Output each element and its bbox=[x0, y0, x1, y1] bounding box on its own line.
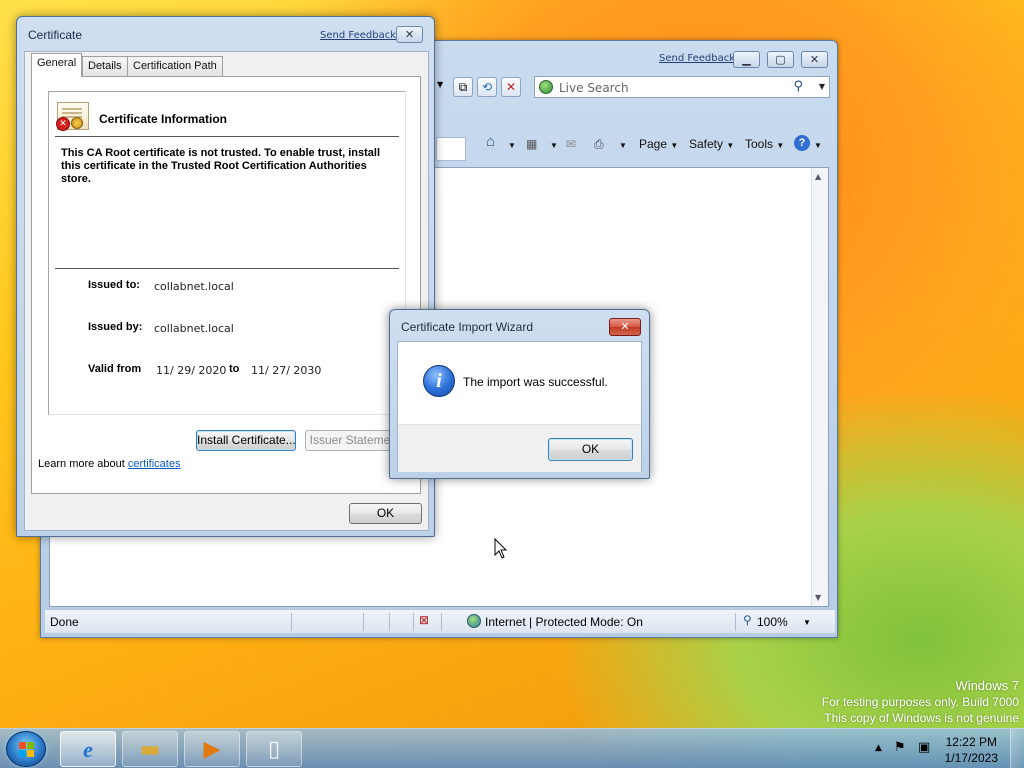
dialog-title: Certificate bbox=[28, 28, 83, 42]
issued-by-label: Issued by: bbox=[88, 321, 143, 333]
valid-to-value: 11/ 27/ 2030 bbox=[251, 364, 322, 377]
safety-menu[interactable]: Safety ▼ bbox=[689, 137, 734, 151]
certificate-dialog: Certificate Send Feedback ✕ General Deta… bbox=[16, 16, 435, 537]
stop-icon[interactable]: ✕ bbox=[501, 77, 521, 97]
zoom-icon: ⚲ bbox=[743, 613, 752, 627]
valid-from-label: Valid from bbox=[88, 363, 142, 375]
issued-by-value: collabnet.local bbox=[154, 322, 234, 335]
tab-details[interactable]: Details bbox=[82, 56, 128, 76]
feeds-icon[interactable]: ▦ bbox=[526, 137, 537, 151]
network-icon[interactable]: ▣ bbox=[918, 740, 930, 755]
valid-to-label: to bbox=[229, 363, 240, 375]
search-box[interactable]: Live Search ⚲ ▼ bbox=[534, 76, 830, 98]
import-wizard-dialog: Certificate Import Wizard ✕ i The import… bbox=[389, 309, 650, 479]
media-player-icon: ▶ bbox=[203, 737, 221, 762]
issued-to-value: collabnet.local bbox=[154, 280, 234, 293]
wizard-footer: OK bbox=[398, 424, 641, 472]
ie-send-feedback-link[interactable]: Send Feedback bbox=[659, 53, 735, 64]
scroll-up-icon[interactable]: ▲ bbox=[815, 172, 821, 181]
zoom-dropdown-icon[interactable]: ▼ bbox=[803, 618, 811, 627]
page-menu[interactable]: Page ▼ bbox=[639, 137, 678, 151]
print-icon[interactable]: ⎙ bbox=[594, 137, 604, 152]
certificate-info-box: ✕ Certificate Information This CA Root c… bbox=[48, 91, 406, 415]
wizard-body: i The import was successful. OK bbox=[397, 341, 642, 472]
learn-more-label: Learn more about bbox=[38, 458, 125, 470]
safety-menu-label: Safety bbox=[689, 137, 724, 151]
zoom-level[interactable]: 100% bbox=[757, 615, 788, 629]
clock-date: 1/17/2023 bbox=[944, 751, 998, 765]
watermark-genuine: This copy of Windows is not genuine bbox=[824, 711, 1019, 725]
watermark-build: For testing purposes only. Build 7000 bbox=[821, 695, 1019, 709]
tab-certification-path[interactable]: Certification Path bbox=[127, 56, 223, 76]
taskbar-document[interactable]: ▯ bbox=[246, 731, 302, 767]
taskbar-internet-explorer[interactable]: e bbox=[60, 731, 116, 767]
dialog-body: General Details Certification Path ✕ Cer… bbox=[24, 51, 429, 531]
notification-area: ▲ ⚑ ▣ 12:22 PM 1/17/2023 bbox=[864, 729, 1024, 768]
folder-icon: ▬ bbox=[139, 737, 161, 762]
ok-button[interactable]: OK bbox=[548, 438, 633, 461]
success-message: The import was successful. bbox=[463, 375, 608, 389]
learn-more-text: Learn more about certificates bbox=[38, 458, 180, 470]
maximize-button[interactable]: ▢ bbox=[767, 51, 794, 68]
clock-time: 12:22 PM bbox=[945, 735, 997, 749]
windows-logo-icon bbox=[19, 742, 35, 758]
search-input[interactable]: Live Search bbox=[559, 81, 629, 95]
command-bar: ⌂ ▼ ▦ ▼ ✉ ⎙ ▼ Page ▼ Safety ▼ Tools ▼ ? … bbox=[436, 131, 836, 159]
watermark-version: Windows 7 bbox=[955, 678, 1019, 693]
zone-text[interactable]: Internet | Protected Mode: On bbox=[485, 615, 643, 629]
search-options-chevron-icon[interactable]: ▼ bbox=[819, 82, 825, 91]
minimize-button[interactable]: ▁ bbox=[733, 51, 760, 68]
ok-button[interactable]: OK bbox=[349, 503, 422, 524]
refresh-icon[interactable]: ⟲ bbox=[477, 77, 497, 97]
mail-icon[interactable]: ✉ bbox=[566, 137, 576, 151]
install-certificate-button[interactable]: Install Certificate... bbox=[196, 430, 296, 451]
taskbar-windows-explorer[interactable]: ▬ bbox=[122, 731, 178, 767]
certificates-link[interactable]: certificates bbox=[128, 458, 181, 470]
security-report-icon[interactable]: ⊠ bbox=[419, 613, 429, 627]
status-bar: Done ⊠ Internet | Protected Mode: On ⚲ 1… bbox=[45, 609, 835, 633]
status-text: Done bbox=[50, 615, 79, 629]
close-button[interactable]: ✕ bbox=[801, 51, 828, 68]
windows-watermark: Windows 7 For testing purposes only. Bui… bbox=[822, 678, 1019, 726]
general-tab-panel: ✕ Certificate Information This CA Root c… bbox=[31, 76, 421, 494]
page-menu-label: Page bbox=[639, 137, 668, 151]
show-hidden-icons-icon[interactable]: ▲ bbox=[875, 743, 882, 753]
clock[interactable]: 12:22 PM 1/17/2023 bbox=[945, 734, 998, 766]
close-button[interactable]: ✕ bbox=[396, 26, 423, 43]
show-desktop-button[interactable] bbox=[1010, 729, 1024, 768]
help-dropdown-icon[interactable]: ▼ bbox=[814, 141, 822, 150]
action-center-flag-icon[interactable]: ⚑ bbox=[894, 740, 906, 755]
address-dropdown-icon[interactable]: ▼ bbox=[437, 80, 443, 89]
taskbar: e ▬ ▶ ▯ ▲ ⚑ ▣ 12:22 PM 1/17/2023 bbox=[0, 728, 1024, 768]
home-dropdown-icon[interactable]: ▼ bbox=[508, 141, 516, 150]
valid-from-value: 11/ 29/ 2020 bbox=[156, 364, 227, 377]
taskbar-media-player[interactable]: ▶ bbox=[184, 731, 240, 767]
internet-explorer-icon: e bbox=[83, 737, 93, 762]
search-icon[interactable]: ⚲ bbox=[793, 79, 803, 94]
internet-zone-icon bbox=[467, 614, 481, 628]
vertical-scrollbar[interactable]: ▲ ▼ bbox=[811, 168, 828, 606]
start-button[interactable] bbox=[6, 731, 46, 767]
tools-menu[interactable]: Tools ▼ bbox=[745, 137, 784, 151]
document-icon: ▯ bbox=[267, 737, 281, 762]
address-bar-row: ▼ ⧉ ⟲ ✕ Live Search ⚲ ▼ bbox=[431, 74, 837, 100]
wizard-title: Certificate Import Wizard bbox=[401, 320, 534, 334]
tab-general[interactable]: General bbox=[31, 53, 83, 77]
help-icon[interactable]: ? bbox=[794, 135, 810, 151]
issued-to-label: Issued to: bbox=[88, 279, 140, 291]
mouse-cursor-icon bbox=[494, 538, 508, 559]
home-icon[interactable]: ⌂ bbox=[486, 133, 495, 150]
compatibility-view-icon[interactable]: ⧉ bbox=[453, 77, 473, 97]
live-search-icon bbox=[539, 80, 553, 94]
untrusted-certificate-icon: ✕ bbox=[56, 102, 89, 131]
print-dropdown-icon[interactable]: ▼ bbox=[619, 141, 627, 150]
tools-menu-label: Tools bbox=[745, 137, 774, 151]
feeds-dropdown-icon[interactable]: ▼ bbox=[550, 141, 558, 150]
close-button[interactable]: ✕ bbox=[609, 318, 641, 336]
certificate-info-heading: Certificate Information bbox=[99, 112, 228, 126]
scroll-down-icon[interactable]: ▼ bbox=[815, 593, 821, 602]
send-feedback-link[interactable]: Send Feedback bbox=[320, 30, 396, 41]
information-icon: i bbox=[423, 365, 455, 397]
trust-warning-text: This CA Root certificate is not trusted.… bbox=[61, 147, 381, 185]
